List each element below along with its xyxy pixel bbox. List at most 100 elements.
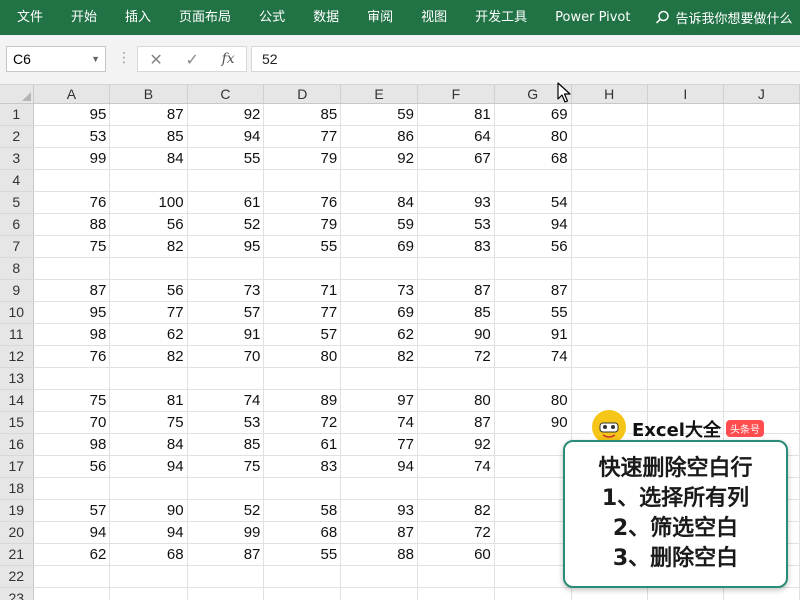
cell-i10[interactable] [647,301,724,324]
cell-j11[interactable] [723,323,800,346]
cell-e1[interactable]: 59 [340,103,418,126]
cell-g13[interactable] [494,367,572,390]
cell-a7[interactable]: 75 [33,235,111,258]
cell-g18[interactable] [494,477,572,500]
row-header[interactable]: 16 [0,433,34,456]
cell-c3[interactable]: 55 [187,147,265,170]
row-header[interactable]: 23 [0,587,34,600]
cell-f6[interactable]: 53 [417,213,495,236]
cell-a14[interactable]: 75 [33,389,111,412]
cell-f10[interactable]: 85 [417,301,495,324]
cell-f12[interactable]: 72 [417,345,495,368]
cell-i5[interactable] [647,191,724,214]
cell-h12[interactable] [571,345,648,368]
cell-d12[interactable]: 80 [263,345,342,368]
cell-e10[interactable]: 69 [340,301,418,324]
cell-c22[interactable] [187,565,265,588]
cell-a6[interactable]: 88 [33,213,111,236]
cell-e15[interactable]: 74 [340,411,418,434]
tab-developer[interactable]: 开发工具 [461,0,541,35]
cell-c5[interactable]: 61 [187,191,265,214]
cell-d17[interactable]: 83 [263,455,342,478]
cell-a23[interactable] [33,587,111,600]
cell-g20[interactable] [494,521,572,544]
cell-h1[interactable] [571,103,648,126]
cell-h10[interactable] [571,301,648,324]
cell-b7[interactable]: 82 [109,235,188,258]
cell-h13[interactable] [571,367,648,390]
cell-a18[interactable] [33,477,111,500]
cell-g11[interactable]: 91 [494,323,572,346]
cell-a8[interactable] [33,257,111,280]
cell-b23[interactable] [109,587,188,600]
cell-i9[interactable] [647,279,724,302]
cell-g16[interactable] [494,433,572,456]
cell-a20[interactable]: 94 [33,521,111,544]
row-header[interactable]: 14 [0,389,34,412]
cell-i23[interactable] [647,587,724,600]
cell-f2[interactable]: 64 [417,125,495,148]
cell-e8[interactable] [340,257,418,280]
tab-review[interactable]: 审阅 [353,0,407,35]
cell-j9[interactable] [723,279,800,302]
cell-h3[interactable] [571,147,648,170]
cell-e5[interactable]: 84 [340,191,418,214]
cell-e20[interactable]: 87 [340,521,418,544]
row-header[interactable]: 17 [0,455,34,478]
cell-g3[interactable]: 68 [494,147,572,170]
cell-f9[interactable]: 87 [417,279,495,302]
cell-i12[interactable] [647,345,724,368]
cell-f18[interactable] [417,477,495,500]
formula-input[interactable]: 52 [251,46,800,72]
cell-b11[interactable]: 62 [109,323,188,346]
cell-g14[interactable]: 80 [494,389,572,412]
tab-page-layout[interactable]: 页面布局 [165,0,245,35]
cell-a9[interactable]: 87 [33,279,111,302]
cell-h5[interactable] [571,191,648,214]
cell-e6[interactable]: 59 [340,213,418,236]
cell-e11[interactable]: 62 [340,323,418,346]
cell-e23[interactable] [340,587,418,600]
cell-c13[interactable] [187,367,265,390]
cell-c16[interactable]: 85 [187,433,265,456]
row-header[interactable]: 22 [0,565,34,588]
tab-insert[interactable]: 插入 [111,0,165,35]
cell-d20[interactable]: 68 [263,521,342,544]
cell-i1[interactable] [647,103,724,126]
column-header-e[interactable]: E [340,85,418,104]
cell-c15[interactable]: 53 [187,411,265,434]
row-header[interactable]: 12 [0,345,34,368]
cell-d13[interactable] [263,367,342,390]
cell-d15[interactable]: 72 [263,411,342,434]
cell-d8[interactable] [263,257,342,280]
cell-j6[interactable] [723,213,800,236]
cell-j23[interactable] [723,587,800,600]
cell-f1[interactable]: 81 [417,103,495,126]
cell-d1[interactable]: 85 [263,103,342,126]
row-header[interactable]: 1 [0,103,34,126]
cell-b8[interactable] [109,257,188,280]
cell-d5[interactable]: 76 [263,191,342,214]
cell-d16[interactable]: 61 [263,433,342,456]
column-header-i[interactable]: I [647,85,724,104]
cell-i6[interactable] [647,213,724,236]
cell-b14[interactable]: 81 [109,389,188,412]
cell-j8[interactable] [723,257,800,280]
cell-j2[interactable] [723,125,800,148]
cell-c8[interactable] [187,257,265,280]
cell-e22[interactable] [340,565,418,588]
cell-e9[interactable]: 73 [340,279,418,302]
cell-e3[interactable]: 92 [340,147,418,170]
cell-g21[interactable] [494,543,572,566]
cell-d18[interactable] [263,477,342,500]
insert-function-icon[interactable]: fx [222,51,235,67]
cell-d23[interactable] [263,587,342,600]
cell-a1[interactable]: 95 [33,103,111,126]
tab-home[interactable]: 开始 [57,0,111,35]
cell-c19[interactable]: 52 [187,499,265,522]
cell-c4[interactable] [187,169,265,192]
cell-i8[interactable] [647,257,724,280]
cell-e19[interactable]: 93 [340,499,418,522]
cell-b2[interactable]: 85 [109,125,188,148]
cancel-icon[interactable]: ✕ [149,50,162,69]
